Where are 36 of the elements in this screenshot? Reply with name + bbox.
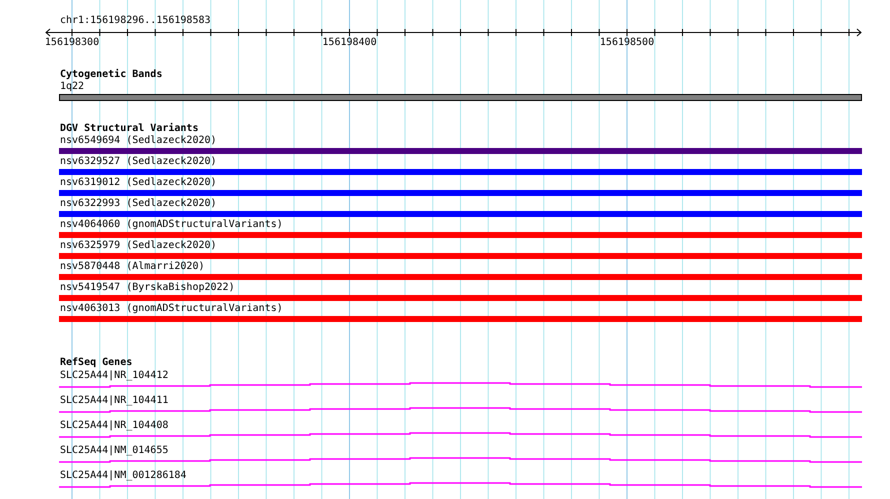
location-label: chr1:156198296..156198583 (60, 15, 211, 26)
gene-label[interactable]: SLC25A44|NR_104408 (60, 420, 168, 431)
track-title: DGV Structural Variants (60, 123, 198, 134)
variant-bar[interactable] (59, 274, 862, 280)
variant-bar[interactable] (59, 190, 862, 196)
ruler-label: 156198500 (600, 37, 654, 48)
variant-bar[interactable] (59, 169, 862, 175)
band-label: 1q22 (60, 81, 84, 92)
variant-label[interactable]: nsv6549694 (Sedlazeck2020) (60, 135, 217, 146)
gene-line[interactable] (59, 432, 862, 438)
variant-label[interactable]: nsv6325979 (Sedlazeck2020) (60, 240, 217, 251)
variant-bar[interactable] (59, 295, 862, 301)
ruler-label: 156198400 (322, 37, 377, 48)
variant-label[interactable]: nsv5419547 (ByrskaBishop2022) (60, 282, 235, 293)
gene-line[interactable] (59, 482, 862, 488)
variant-bar[interactable] (59, 316, 862, 322)
variant-label[interactable]: nsv6329527 (Sedlazeck2020) (60, 156, 217, 167)
gene-label[interactable]: SLC25A44|NR_104411 (60, 395, 168, 406)
variant-label[interactable]: nsv5870448 (Almarri2020) (60, 261, 204, 272)
gene-label[interactable]: SLC25A44|NM_014655 (60, 445, 168, 456)
track-title: RefSeq Genes (60, 357, 132, 368)
variant-bar[interactable] (59, 253, 862, 259)
variant-label[interactable]: nsv4064060 (gnomADStructuralVariants) (60, 219, 283, 230)
gene-line[interactable] (59, 382, 862, 388)
variant-label[interactable]: nsv6322993 (Sedlazeck2020) (60, 198, 217, 209)
gene-line[interactable] (59, 407, 862, 413)
gene-line[interactable] (59, 457, 862, 463)
variant-label[interactable]: nsv6319012 (Sedlazeck2020) (60, 177, 217, 188)
gene-label[interactable]: SLC25A44|NM_001286184 (60, 470, 186, 481)
variant-bar[interactable] (59, 211, 862, 217)
variant-label[interactable]: nsv4063013 (gnomADStructuralVariants) (60, 303, 283, 314)
variant-bar[interactable] (59, 148, 862, 154)
ruler-label: 156198300 (44, 37, 100, 48)
variant-bar[interactable] (59, 232, 862, 238)
gene-label[interactable]: SLC25A44|NR_104412 (60, 370, 168, 381)
track-title: Cytogenetic Bands (60, 69, 162, 80)
